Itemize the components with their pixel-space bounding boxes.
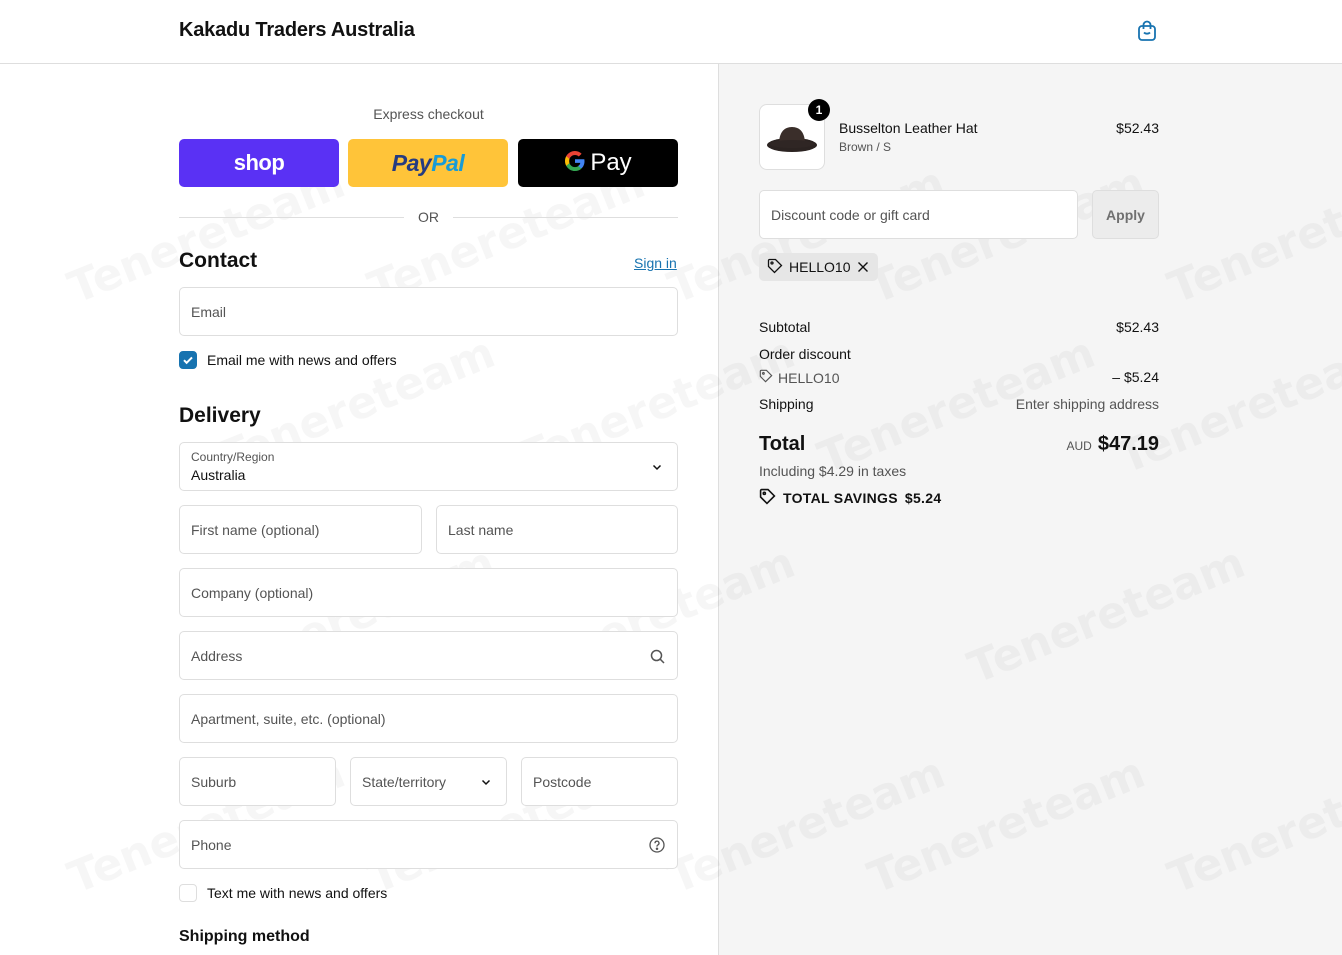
hat-image	[767, 127, 817, 152]
phone-field[interactable]: Phone	[179, 820, 678, 869]
order-discount-code-text: HELLO10	[778, 369, 840, 386]
checkout-header: Kakadu Traders Australia	[0, 0, 1342, 64]
total-amount: AUD $47.19	[959, 433, 1159, 456]
sms-news-label: Text me with news and offers	[207, 885, 388, 901]
subtotal-label: Subtotal	[759, 319, 811, 335]
paypal-button[interactable]: PayPal	[348, 139, 508, 187]
taxes-note: Including $4.29 in taxes	[759, 463, 907, 479]
chevron-down-icon	[478, 774, 494, 790]
discount-placeholder: Discount code or gift card	[771, 207, 930, 223]
email-placeholder: Email	[191, 304, 227, 320]
google-pay-label: Pay	[590, 149, 632, 176]
apply-discount-button[interactable]: Apply	[1092, 190, 1159, 239]
shipping-method-title: Shipping method	[179, 928, 310, 945]
tag-icon	[767, 258, 783, 277]
tag-icon	[759, 488, 776, 508]
applied-code-label: HELLO10	[789, 259, 851, 275]
country-select[interactable]: Country/Region Australia	[179, 442, 678, 491]
state-placeholder: State/territory	[362, 774, 447, 790]
postcode-placeholder: Postcode	[533, 774, 592, 790]
total-value: $47.19	[1097, 433, 1159, 455]
state-select[interactable]: State/territory	[350, 757, 507, 806]
shop-name[interactable]: Kakadu Traders Australia	[179, 19, 415, 42]
discount-code-input[interactable]: Discount code or gift card	[759, 190, 1078, 239]
express-checkout-label: Express checkout	[373, 106, 484, 122]
address-field[interactable]: Address	[179, 631, 678, 680]
subtotal-value: $52.43	[1116, 319, 1159, 335]
paypal-logo: PayPal	[391, 149, 465, 176]
sms-news-option[interactable]: Text me with news and offers	[179, 884, 387, 902]
email-news-option[interactable]: Email me with news and offers	[179, 351, 397, 369]
shipping-label: Shipping	[759, 396, 814, 412]
company-placeholder: Company (optional)	[191, 585, 314, 601]
order-discount-value: – $5.24	[1112, 369, 1159, 385]
product-name: Busselton Leather Hat	[839, 120, 978, 136]
phone-placeholder: Phone	[191, 837, 232, 853]
country-value: Australia	[191, 467, 246, 483]
contact-title: Contact	[179, 249, 258, 272]
google-g-icon	[564, 150, 586, 177]
first-name-field[interactable]: First name (optional)	[179, 505, 422, 554]
or-label: OR	[406, 209, 451, 225]
close-icon[interactable]	[856, 260, 870, 274]
suburb-placeholder: Suburb	[191, 774, 237, 790]
applied-discount-chip: HELLO10	[759, 253, 879, 281]
email-news-label: Email me with news and offers	[207, 352, 397, 368]
total-savings-value: $5.24	[904, 490, 942, 506]
total-label: Total	[759, 433, 806, 455]
country-label: Country/Region	[191, 450, 275, 464]
total-currency: AUD	[1066, 439, 1092, 453]
order-discount-label: Order discount	[759, 346, 851, 362]
shopping-bag-icon[interactable]	[1134, 18, 1160, 44]
first-name-placeholder: First name (optional)	[191, 522, 320, 538]
email-field[interactable]: Email	[179, 287, 678, 336]
address-placeholder: Address	[191, 648, 243, 664]
delivery-title: Delivery	[179, 404, 261, 427]
apartment-placeholder: Apartment, suite, etc. (optional)	[191, 711, 386, 727]
search-icon	[649, 648, 665, 664]
tag-icon	[759, 369, 773, 386]
total-savings: TOTAL SAVINGS $5.24	[759, 488, 941, 508]
chevron-down-icon	[649, 459, 665, 475]
last-name-placeholder: Last name	[448, 522, 514, 538]
product-price: $52.43	[1116, 120, 1159, 136]
shop-pay-label: shop	[233, 150, 285, 175]
total-savings-label: TOTAL SAVINGS	[783, 490, 898, 506]
apartment-field[interactable]: Apartment, suite, etc. (optional)	[179, 694, 678, 743]
sign-in-link[interactable]: Sign in	[634, 255, 677, 271]
company-field[interactable]: Company (optional)	[179, 568, 678, 617]
postcode-field[interactable]: Postcode	[521, 757, 678, 806]
shop-pay-button[interactable]: shop	[179, 139, 339, 187]
suburb-field[interactable]: Suburb	[179, 757, 336, 806]
or-divider: OR	[179, 209, 678, 227]
sms-news-checkbox[interactable]	[179, 884, 197, 902]
order-discount-code: HELLO10	[759, 369, 839, 386]
help-icon[interactable]	[649, 837, 665, 853]
product-variant: Brown / S	[839, 140, 892, 154]
shipping-value: Enter shipping address	[1015, 396, 1159, 412]
email-news-checkbox[interactable]	[179, 351, 197, 369]
last-name-field[interactable]: Last name	[436, 505, 678, 554]
quantity-badge: 1	[808, 99, 830, 121]
google-pay-button[interactable]: Pay	[518, 139, 678, 187]
